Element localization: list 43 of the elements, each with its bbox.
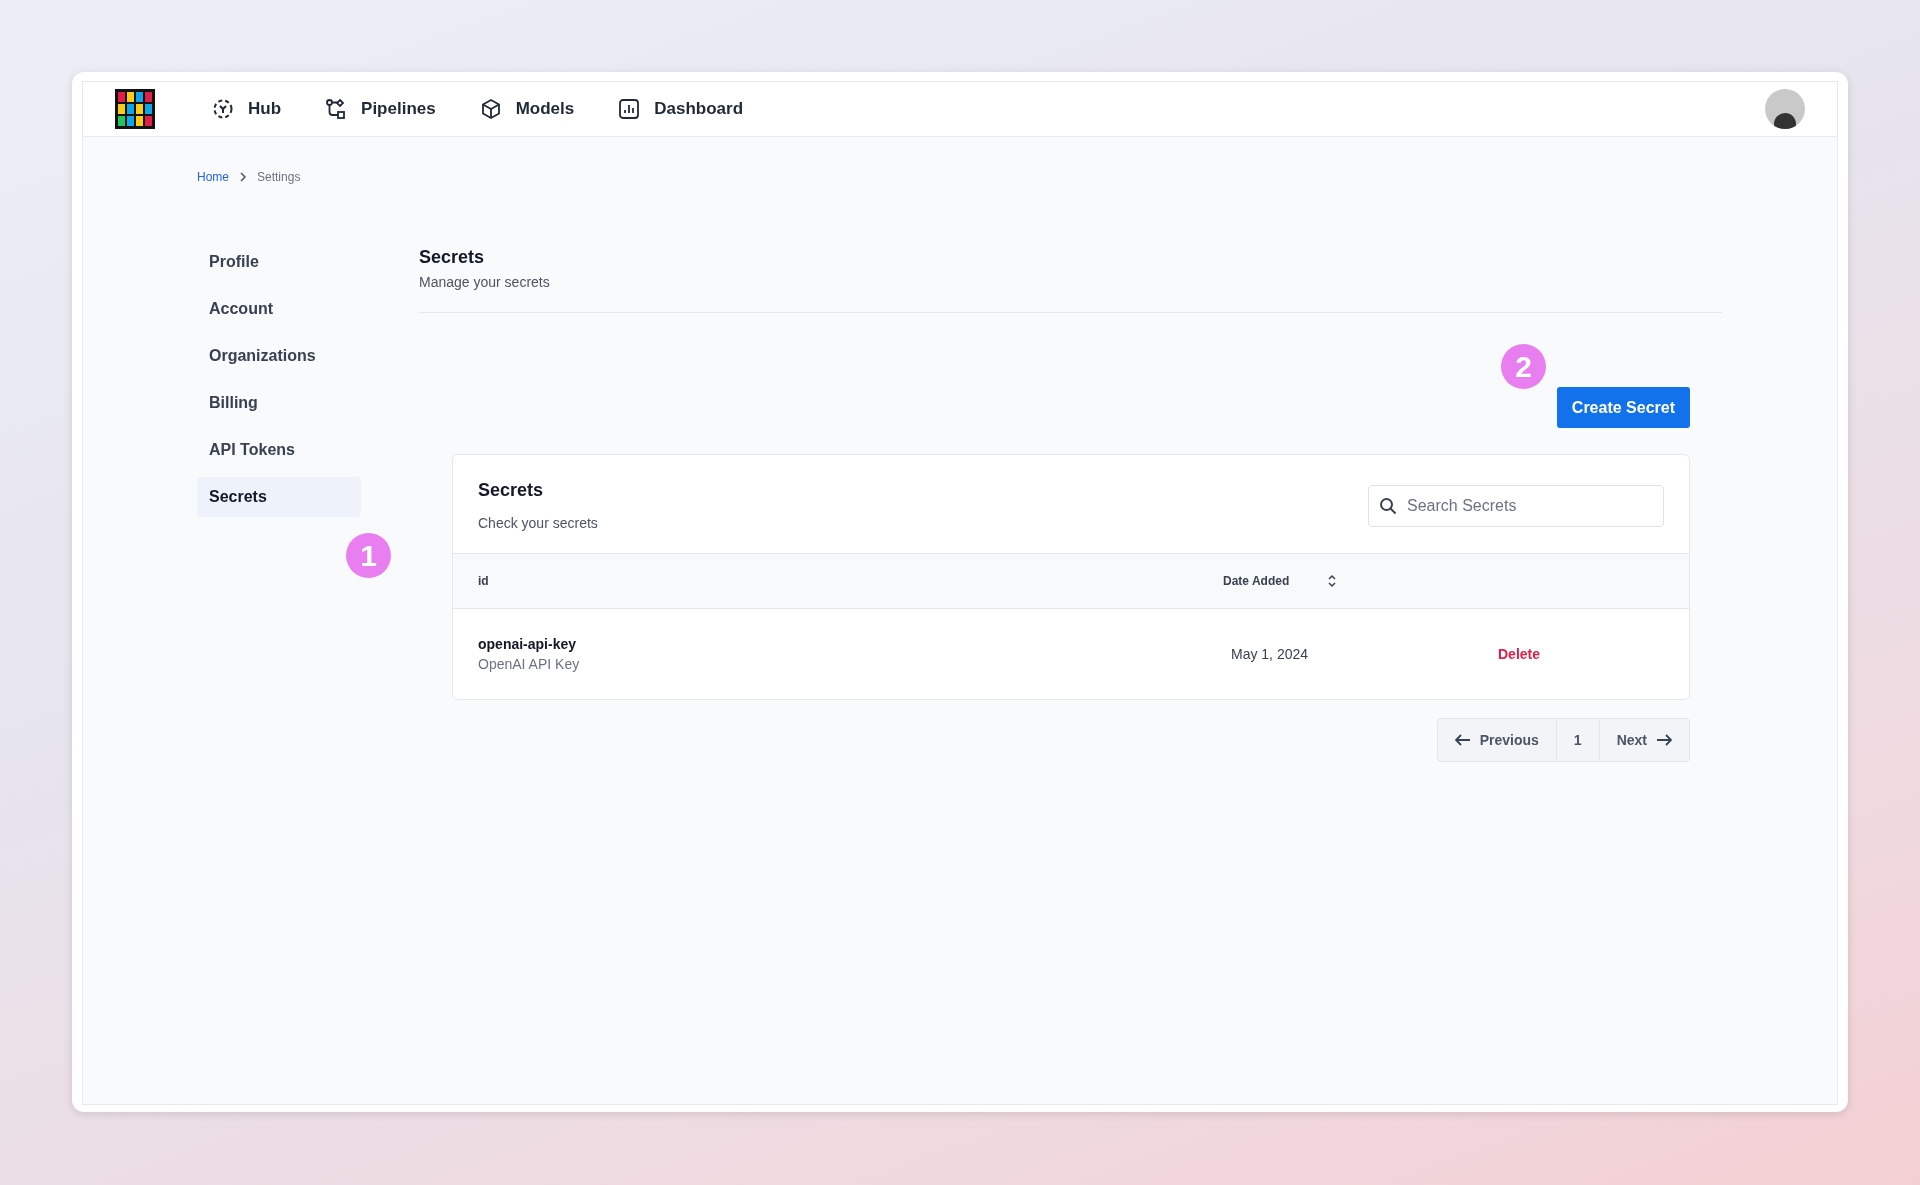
date-cell-text: May 1, 2024 [1230, 646, 1310, 662]
create-secret-button[interactable]: Create Secret [1556, 387, 1690, 428]
page-number-button[interactable]: 1 [1555, 719, 1599, 761]
sidebar-item[interactable]: API Tokens [197, 430, 361, 470]
nav-label: Hub [248, 99, 282, 119]
delete-link[interactable]: Delete [1498, 646, 1541, 662]
nav-link[interactable]: Dashboard [618, 98, 744, 120]
arrow-right-icon [1656, 734, 1672, 746]
previous-button[interactable]: Previous [1437, 719, 1556, 761]
secret-description: OpenAI API Key [478, 656, 581, 672]
search-field[interactable]: Search Secrets [1368, 484, 1664, 527]
bar-chart-icon [618, 98, 641, 120]
breadcrumb-current: Settings [257, 170, 301, 184]
sidebar-item[interactable]: Organizations [197, 336, 361, 376]
sidebar-item[interactable]: Billing [197, 383, 361, 423]
step-badge: 2 [1501, 344, 1546, 389]
secret-id: openai-api-key [478, 636, 578, 652]
sidebar-item[interactable]: Profile [197, 242, 361, 282]
nodes-icon [325, 98, 348, 120]
cube-icon [479, 98, 502, 120]
nav-label: Models [515, 99, 575, 119]
sort-icon[interactable] [1327, 574, 1338, 588]
nav-link[interactable]: Pipelines [325, 98, 436, 120]
nav-label: Pipelines [361, 99, 436, 119]
logo-icon[interactable] [115, 89, 155, 129]
dashed-circle-icon [212, 98, 234, 120]
breadcrumb-link[interactable]: Home [197, 170, 229, 184]
page-subtitle: Manage your secrets [419, 274, 551, 290]
arrow-left-icon [1454, 734, 1471, 746]
sidebar-item[interactable]: Account [197, 289, 361, 329]
step-badge: 1 [346, 533, 391, 578]
nav-link[interactable]: Models [479, 98, 575, 120]
nav-link[interactable]: Hub [212, 98, 282, 120]
card-subtitle: Check your secrets [478, 515, 598, 531]
nav-label: Dashboard [654, 99, 744, 119]
page-title: Secrets [419, 247, 486, 268]
column-header[interactable]: Date Added [1223, 574, 1290, 588]
next-button[interactable]: Next [1598, 719, 1689, 761]
card-title: Secrets [478, 480, 545, 501]
sidebar-item[interactable]: Secrets [197, 477, 361, 517]
search-icon [1379, 496, 1397, 515]
column-header: id [478, 574, 490, 588]
chevron-right-icon [239, 172, 247, 182]
